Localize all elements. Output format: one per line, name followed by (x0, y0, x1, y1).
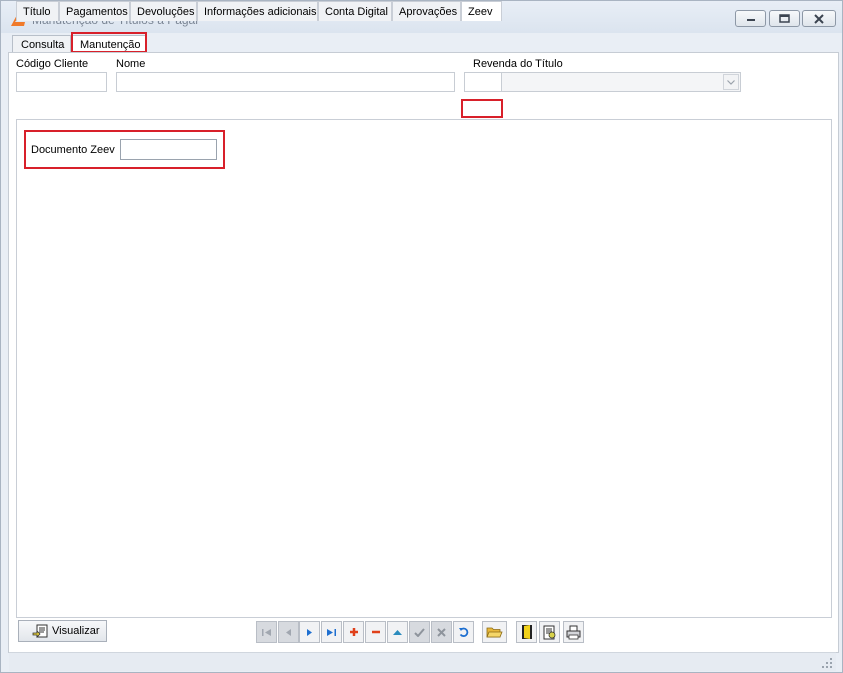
cross-icon (437, 627, 446, 637)
codigo-cliente-label: Código Cliente (16, 58, 89, 70)
next-icon (307, 628, 312, 636)
plus-icon (349, 628, 358, 636)
subtab-pagamentos[interactable]: Pagamentos (59, 1, 130, 21)
prior-icon (286, 628, 291, 636)
nome-label: Nome (116, 58, 146, 70)
check-icon (414, 627, 425, 637)
visualizar-label: Visualizar (52, 625, 100, 637)
close-button[interactable] (802, 10, 836, 27)
nome-field[interactable] (116, 72, 455, 92)
resize-grip-icon[interactable] (822, 658, 832, 668)
subtab-zeev[interactable]: Zeev (461, 1, 502, 21)
tab-consulta[interactable]: Consulta (12, 35, 71, 52)
revenda-label: Revenda do Título (473, 58, 563, 70)
insert-record-button[interactable] (343, 621, 364, 643)
subtab-titulo[interactable]: Título (16, 1, 59, 21)
subtab-conta-digital[interactable]: Conta Digital (318, 1, 392, 21)
last-record-button[interactable] (321, 621, 342, 643)
printer-icon (566, 625, 581, 639)
up-triangle-icon (393, 629, 402, 635)
close-icon (814, 13, 824, 24)
cancel-record-button[interactable] (431, 621, 452, 643)
chevron-down-icon (727, 79, 735, 85)
delete-record-button[interactable] (365, 621, 386, 643)
subtab-informacoes-adicionais[interactable]: Informações adicionais (197, 1, 318, 21)
revenda-dropdown-button[interactable] (723, 74, 739, 90)
revenda-code-field[interactable] (464, 72, 502, 92)
next-record-button[interactable] (299, 621, 320, 643)
exit-button[interactable] (516, 621, 537, 643)
refresh-button[interactable] (453, 621, 474, 643)
open-folder-button[interactable] (482, 621, 507, 643)
documento-zeev-label: Documento Zeev (31, 144, 115, 156)
minus-icon (371, 630, 380, 634)
folder-icon (486, 627, 503, 637)
minimize-button[interactable] (735, 10, 766, 27)
post-record-button[interactable] (409, 621, 430, 643)
revenda-select[interactable] (501, 72, 741, 92)
maximize-button[interactable] (769, 10, 800, 27)
report-button[interactable] (539, 621, 560, 643)
last-icon (327, 628, 336, 636)
zeev-panel (16, 119, 832, 618)
prior-record-button[interactable] (278, 621, 299, 643)
subtab-devolucoes[interactable]: Devoluções (130, 1, 197, 21)
visualizar-button[interactable]: Visualizar (18, 620, 107, 642)
maximize-icon (779, 14, 790, 23)
report-icon (543, 625, 556, 639)
first-record-button[interactable] (256, 621, 277, 643)
status-bar (9, 652, 836, 671)
door-icon (521, 625, 532, 639)
refresh-icon (459, 627, 469, 637)
subtab-aprovacoes[interactable]: Aprovações (392, 1, 461, 21)
first-icon (262, 628, 271, 636)
view-document-icon (32, 624, 48, 638)
documento-zeev-field[interactable] (120, 139, 217, 160)
edit-record-button[interactable] (387, 621, 408, 643)
codigo-cliente-field[interactable] (16, 72, 107, 92)
main-window: Manutenção de Títulos a Pagar Consulta M… (0, 0, 843, 673)
tab-manutencao[interactable]: Manutenção (71, 35, 147, 53)
print-button[interactable] (563, 621, 584, 643)
minimize-icon (746, 18, 755, 21)
